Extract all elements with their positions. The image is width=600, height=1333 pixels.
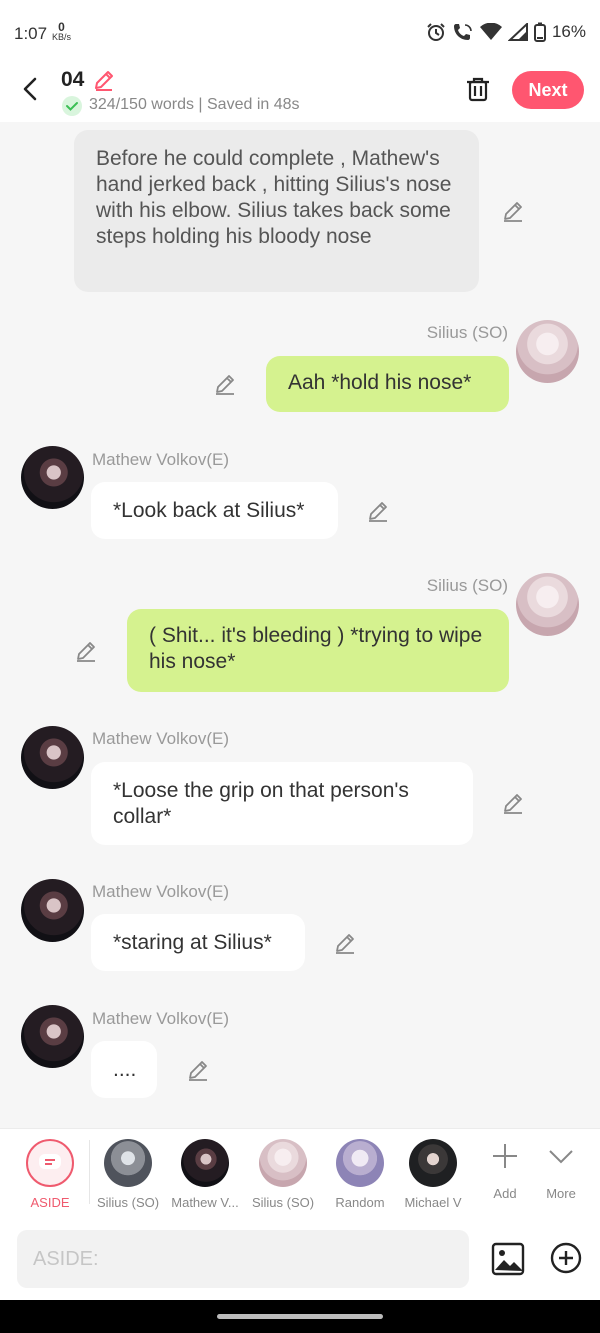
plus-icon	[493, 1144, 517, 1168]
wifi-icon	[479, 23, 502, 40]
message-bubble[interactable]: Aah *hold his nose*	[266, 356, 509, 412]
speaker-name: Mathew Volkov(E)	[92, 1009, 229, 1028]
editor-header: 04 324/150 words | Saved in 48s Next	[0, 64, 600, 122]
aside-icon	[26, 1139, 74, 1187]
status-icons: 16%	[426, 22, 586, 42]
status-time: 1:07	[14, 24, 48, 43]
avatar	[336, 1139, 384, 1187]
next-button[interactable]: Next	[512, 71, 584, 109]
character-selector: ASIDE Silius (SO) Mathew V... Silius (SO…	[0, 1128, 600, 1220]
character-michael[interactable]: Michael V	[402, 1139, 464, 1210]
message-bubble[interactable]: ( Shit... it's bleeding ) *trying to wip…	[127, 609, 509, 692]
edit-icon[interactable]	[501, 199, 525, 223]
word-count-status: 324/150 words | Saved in 48s	[89, 96, 300, 113]
network-speed: 0 KB/s	[52, 20, 72, 42]
add-circle-icon[interactable]	[550, 1242, 582, 1274]
avatar[interactable]	[21, 726, 84, 789]
speaker-name: Mathew Volkov(E)	[92, 729, 229, 748]
character-label: Silius (SO)	[96, 1195, 160, 1210]
system-nav-bar	[0, 1300, 600, 1333]
back-arrow-icon[interactable]	[18, 76, 44, 102]
signal-icon	[507, 23, 528, 41]
edit-title-icon[interactable]	[92, 68, 116, 92]
avatar[interactable]	[21, 446, 84, 509]
speaker-name: Mathew Volkov(E)	[92, 882, 229, 901]
more-characters-button[interactable]: More	[526, 1139, 596, 1201]
edit-icon[interactable]	[186, 1058, 210, 1082]
avatar	[181, 1139, 229, 1187]
speaker-name: Mathew Volkov(E)	[92, 450, 229, 469]
image-icon[interactable]	[491, 1242, 525, 1276]
character-label: Mathew V...	[171, 1195, 239, 1210]
speaker-name: Silius (SO)	[426, 323, 508, 342]
message-bubble[interactable]: *staring at Silius*	[91, 914, 305, 971]
message-bubble[interactable]: ....	[91, 1041, 157, 1098]
avatar[interactable]	[21, 879, 84, 942]
page-title: 04	[61, 68, 85, 91]
message-bubble[interactable]: *Look back at Silius*	[91, 482, 338, 539]
avatar	[259, 1139, 307, 1187]
status-bar: 1:07 0 KB/s 16%	[0, 0, 600, 64]
character-mathew[interactable]: Mathew V...	[169, 1139, 241, 1210]
edit-icon[interactable]	[366, 499, 390, 523]
avatar	[104, 1139, 152, 1187]
composer-bar	[0, 1220, 600, 1300]
edit-icon[interactable]	[74, 639, 98, 663]
edit-icon[interactable]	[213, 372, 237, 396]
character-label: Random	[335, 1195, 385, 1210]
wifi-call-icon	[453, 24, 472, 40]
edit-icon[interactable]	[333, 931, 357, 955]
battery-percent: 16%	[551, 22, 586, 41]
character-label: Michael V	[404, 1195, 462, 1210]
character-random[interactable]: Random	[324, 1139, 396, 1210]
narration-bubble[interactable]: Before he could complete , Mathew's hand…	[74, 130, 479, 292]
aside-label: ASIDE	[30, 1195, 70, 1210]
divider	[89, 1140, 90, 1204]
character-silius-1[interactable]: Silius (SO)	[92, 1139, 164, 1210]
home-indicator[interactable]	[217, 1314, 383, 1319]
edit-icon[interactable]	[501, 791, 525, 815]
character-label: Silius (SO)	[251, 1195, 315, 1210]
aside-input[interactable]	[17, 1230, 469, 1288]
story-chat-area[interactable]: Before he could complete , Mathew's hand…	[0, 122, 600, 1128]
speaker-name: Silius (SO)	[426, 576, 508, 595]
message-bubble[interactable]: *Loose the grip on that person's collar*	[91, 762, 473, 845]
avatar	[409, 1139, 457, 1187]
aside-selector[interactable]: ASIDE	[14, 1139, 86, 1210]
chevron-down-icon	[549, 1150, 573, 1164]
battery-icon	[533, 22, 546, 42]
more-label: More	[546, 1186, 576, 1201]
saved-check-icon	[62, 96, 82, 116]
delete-icon[interactable]	[464, 75, 492, 103]
alarm-icon	[427, 23, 445, 41]
character-silius-2[interactable]: Silius (SO)	[247, 1139, 319, 1210]
avatar[interactable]	[516, 573, 579, 636]
avatar[interactable]	[516, 320, 579, 383]
avatar[interactable]	[21, 1005, 84, 1068]
